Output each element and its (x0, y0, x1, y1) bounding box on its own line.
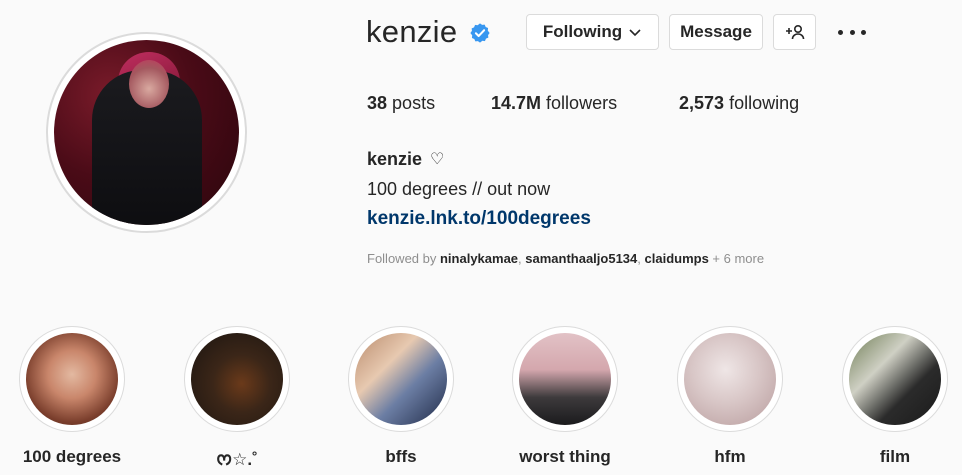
following-button[interactable]: Following (526, 14, 659, 50)
message-button-label: Message (680, 22, 752, 41)
highlight-cover (849, 333, 941, 425)
bio-text: 100 degrees // out now (367, 179, 551, 199)
highlight-cover (355, 333, 447, 425)
more-options-icon[interactable] (838, 20, 866, 44)
highlight-item[interactable]: film (842, 326, 948, 466)
message-button[interactable]: Message (669, 14, 763, 50)
highlight-item[interactable]: 100 degrees (19, 326, 125, 466)
highlight-cover (519, 333, 611, 425)
highlight-label: bffs (385, 447, 417, 466)
profile-avatar[interactable] (46, 32, 247, 233)
chevron-down-icon (629, 29, 641, 37)
highlight-label: film (879, 447, 911, 466)
highlight-label: hfm (714, 447, 746, 466)
highlight-label: worst thing (519, 447, 611, 466)
highlight-item[interactable]: ᰔ☆.˚ (184, 326, 290, 469)
suggested-accounts-button[interactable] (773, 14, 816, 50)
highlight-item[interactable]: hfm (677, 326, 783, 466)
bio-link[interactable]: kenzie.lnk.to/100degrees (367, 208, 591, 230)
highlight-label: 100 degrees (22, 447, 122, 466)
add-person-icon (785, 24, 804, 40)
bio-name: kenzie (367, 149, 423, 169)
highlight-label: ᰔ☆.˚ (216, 450, 258, 469)
profile-username: kenzie (366, 14, 458, 49)
highlight-item[interactable]: bffs (348, 326, 454, 466)
verified-badge-icon (470, 23, 490, 43)
highlight-item[interactable]: worst thing (512, 326, 618, 466)
followers-stat[interactable]: 14.7M followers (491, 93, 617, 114)
followed-by[interactable]: Followed by ninalykamae, samanthaaljo513… (367, 251, 764, 266)
following-stat[interactable]: 2,573 following (679, 93, 799, 114)
profile-photo (54, 40, 239, 225)
highlight-cover (26, 333, 118, 425)
following-button-label: Following (542, 22, 623, 41)
heart-icon: ♡ (430, 151, 445, 168)
posts-stat: 38 posts (367, 93, 436, 113)
highlight-cover (684, 333, 776, 425)
highlight-cover (191, 333, 283, 425)
